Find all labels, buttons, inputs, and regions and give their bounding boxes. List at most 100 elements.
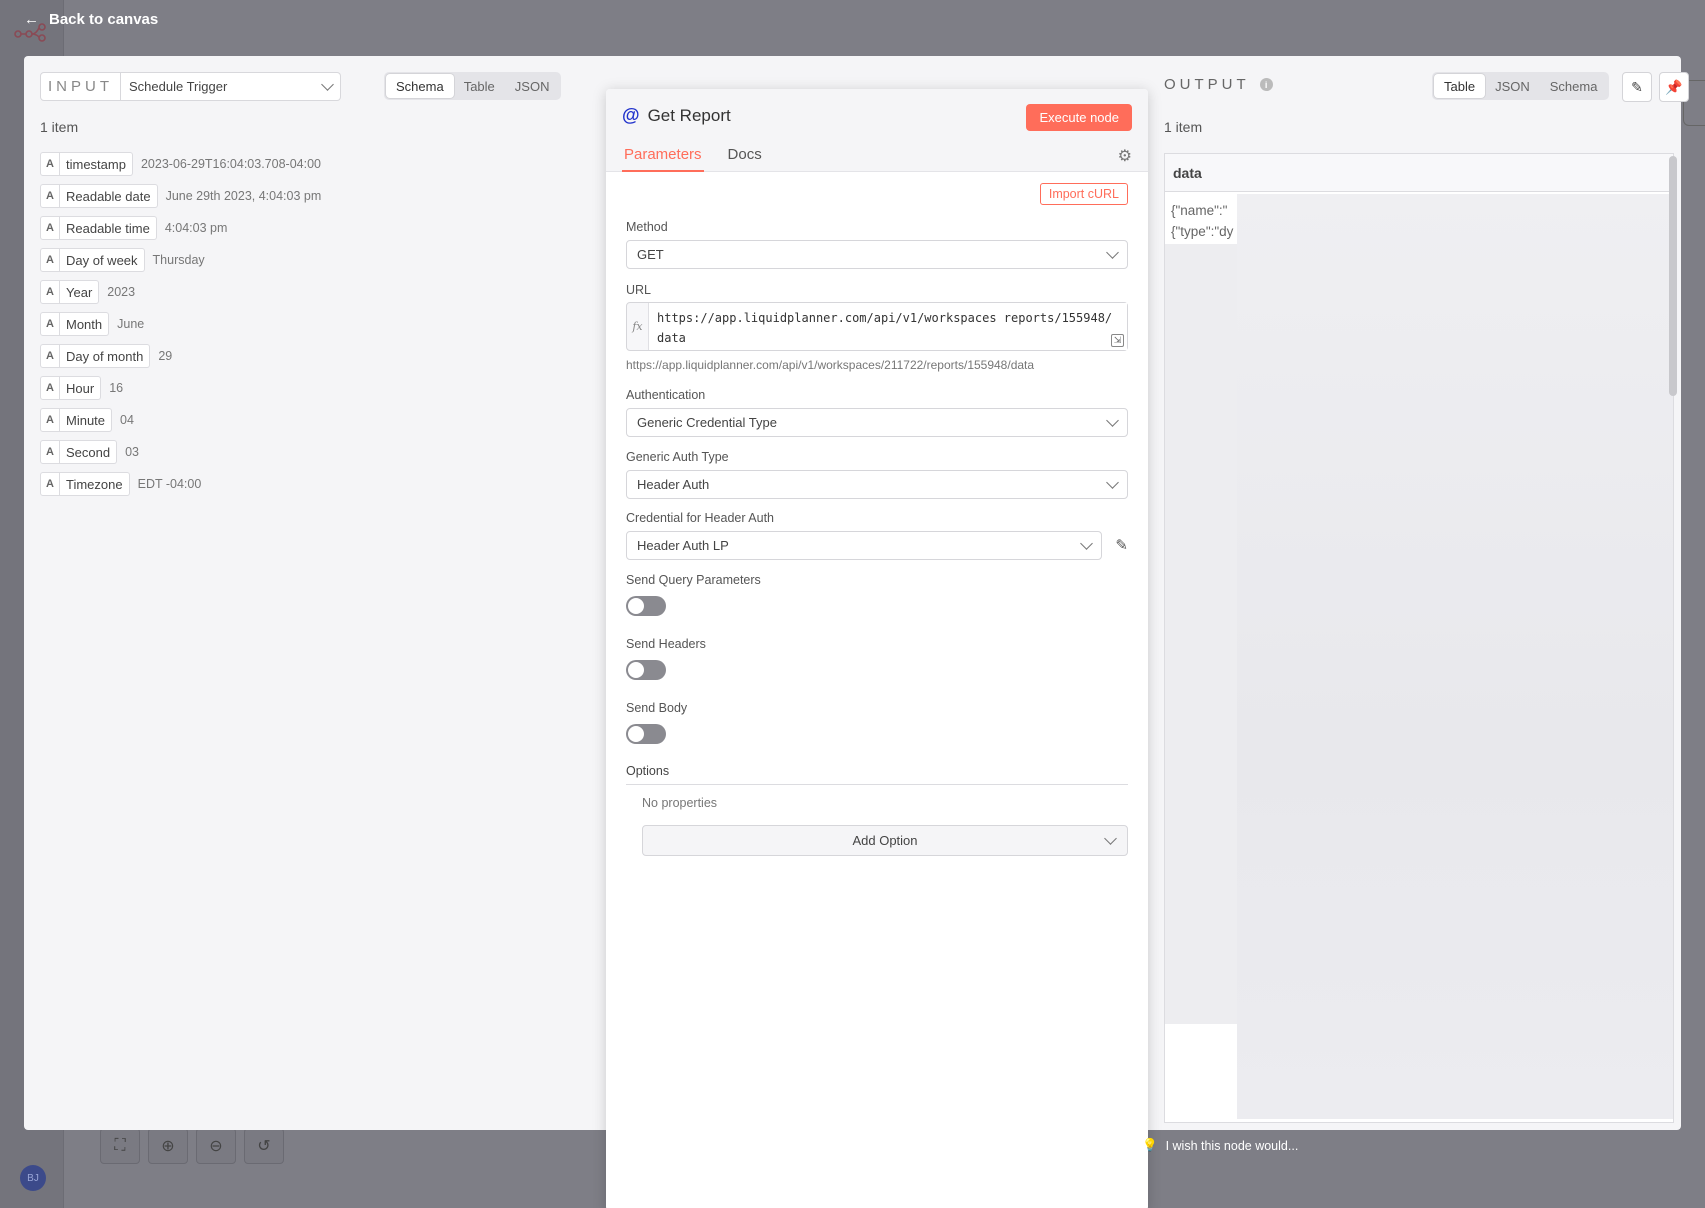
url-input[interactable]: fx https://app.liquidplanner.com/api/v1/…	[626, 302, 1128, 351]
zoom-out-icon[interactable]: ⊖	[196, 1128, 236, 1164]
string-type-icon: A	[40, 248, 60, 272]
fit-view-icon[interactable]: ⛶	[100, 1128, 140, 1164]
output-panel: OUTPUT i Table JSON Schema ✎ 📌 1 item da…	[1148, 56, 1689, 1130]
output-view-toggle: Table JSON Schema	[1432, 72, 1610, 100]
send-body-toggle[interactable]	[626, 724, 666, 744]
node-title: @ Get Report	[622, 105, 731, 126]
input-tab-json[interactable]: JSON	[505, 74, 560, 98]
output-label: OUTPUT	[1164, 76, 1250, 93]
output-tab-json[interactable]: JSON	[1485, 74, 1540, 98]
url-resolved-preview: https://app.liquidplanner.com/api/v1/wor…	[626, 358, 1035, 372]
schema-row[interactable]: A Readable date June 29th 2023, 4:04:03 pm	[40, 184, 321, 208]
chevron-down-icon	[1106, 414, 1119, 427]
input-schema-list: Atimestamp 2023-06-29T16:04:03.708-04:00 A…	[40, 152, 321, 504]
gear-icon[interactable]: ⚙	[1118, 146, 1132, 166]
edit-credential-icon[interactable]: ✎	[1115, 536, 1128, 554]
credential-label: Credential for Header Auth	[626, 511, 775, 525]
string-type-icon: A	[40, 216, 60, 240]
string-type-icon: A	[40, 152, 60, 176]
output-scrollbar[interactable]	[1669, 156, 1677, 396]
string-type-icon: A	[40, 312, 60, 336]
method-value: GET	[637, 247, 664, 262]
schema-row[interactable]: A Timezone EDT -04:00	[40, 472, 321, 496]
http-request-icon: @	[622, 105, 640, 125]
node-header: @ Get Report Execute node Parameters Doc…	[606, 89, 1148, 172]
schema-field-value: June	[117, 317, 145, 331]
method-select[interactable]: GET	[626, 240, 1128, 269]
pin-data-button[interactable]: 📌	[1659, 72, 1689, 102]
schema-field-value: 03	[125, 445, 139, 459]
schema-row[interactable]: A Day of week Thursday	[40, 248, 321, 272]
tab-docs[interactable]: Docs	[728, 146, 762, 172]
feedback-text: I wish this node would...	[1165, 1138, 1299, 1153]
authentication-select[interactable]: Generic Credential Type	[626, 408, 1128, 437]
schema-field-key[interactable]: Day of week	[60, 248, 145, 272]
output-tab-schema[interactable]: Schema	[1540, 74, 1608, 98]
import-curl-button[interactable]: Import cURL	[1039, 183, 1128, 205]
generic-auth-type-value: Header Auth	[637, 477, 710, 492]
output-tab-table[interactable]: Table	[1434, 74, 1486, 98]
output-data-cell: {"name":" {"type":"dy	[1165, 192, 1237, 250]
schema-row[interactable]: A Day of month 29	[40, 344, 321, 368]
string-type-icon: A	[40, 280, 60, 304]
node-settings-panel: @ Get Report Execute node Parameters Doc…	[606, 89, 1148, 1208]
node-tabs: Parameters Docs	[622, 146, 762, 172]
string-type-icon: A	[40, 440, 60, 464]
send-query-label: Send Query Parameters	[626, 573, 761, 587]
zoom-in-icon[interactable]: ⊕	[148, 1128, 188, 1164]
schema-field-value: 04	[120, 413, 134, 427]
info-icon[interactable]: i	[1259, 78, 1273, 91]
tab-parameters[interactable]: Parameters	[622, 146, 704, 172]
avatar[interactable]: BJ	[20, 1165, 46, 1191]
generic-auth-type-select[interactable]: Header Auth	[626, 470, 1128, 499]
output-item-count: 1 item	[1164, 119, 1203, 135]
input-header: INPUT Schedule Trigger	[40, 72, 341, 101]
authentication-label: Authentication	[626, 388, 706, 402]
edit-output-button[interactable]: ✎	[1622, 72, 1652, 102]
back-to-canvas-link[interactable]: ← Back to canvas	[24, 11, 158, 28]
input-tab-table[interactable]: Table	[454, 74, 505, 98]
schema-row[interactable]: A Readable time 4:04:03 pm	[40, 216, 321, 240]
options-heading: Options	[626, 764, 1128, 785]
reset-zoom-icon[interactable]: ↺	[244, 1128, 284, 1164]
schema-field-value: 29	[158, 349, 173, 363]
add-option-label: Add Option	[852, 833, 918, 848]
schema-row[interactable]: A Year 2023	[40, 280, 321, 304]
schema-row[interactable]: A Second 03	[40, 440, 321, 464]
send-headers-toggle[interactable]	[626, 660, 666, 680]
schema-field-key[interactable]: Month	[60, 312, 110, 336]
schema-field-key[interactable]: Minute	[60, 408, 113, 432]
input-source-select[interactable]: Schedule Trigger	[121, 72, 341, 101]
schema-field-key[interactable]: Readable time	[60, 216, 157, 240]
expand-icon[interactable]: ⇲	[1111, 334, 1124, 347]
credential-value: Header Auth LP	[637, 538, 729, 553]
expression-icon: fx	[627, 303, 649, 350]
schema-field-key[interactable]: Year	[60, 280, 100, 304]
send-query-toggle[interactable]	[626, 596, 666, 616]
input-view-toggle: Schema Table JSON	[384, 72, 562, 100]
url-label: URL	[626, 283, 652, 297]
input-tab-schema[interactable]: Schema	[386, 74, 454, 98]
generic-auth-type-label: Generic Auth Type	[626, 450, 729, 464]
schema-row[interactable]: A Month June	[40, 312, 321, 336]
schema-row[interactable]: A Hour 16	[40, 376, 321, 400]
execute-node-button[interactable]: Execute node	[1026, 104, 1132, 131]
feedback-link[interactable]: 💡 I wish this node would...	[1142, 1138, 1298, 1153]
schema-field-key[interactable]: timestamp	[60, 152, 133, 176]
output-table: data {"name":" {"type":"dy	[1164, 153, 1674, 1123]
node-title-text[interactable]: Get Report	[648, 106, 731, 126]
schema-field-key[interactable]: Day of month	[60, 344, 151, 368]
schema-row[interactable]: Atimestamp 2023-06-29T16:04:03.708-04:00	[40, 152, 321, 176]
schema-field-key[interactable]: Timezone	[60, 472, 130, 496]
redacted-area	[1165, 244, 1237, 1024]
schema-field-key[interactable]: Readable date	[60, 184, 158, 208]
schema-field-value: 16	[109, 381, 124, 395]
schema-field-key[interactable]: Second	[60, 440, 118, 464]
send-headers-label: Send Headers	[626, 637, 706, 651]
credential-select[interactable]: Header Auth LP	[626, 531, 1102, 560]
schema-row[interactable]: A Minute 04	[40, 408, 321, 432]
pin-icon: 📌	[1665, 78, 1683, 95]
schema-field-key[interactable]: Hour	[60, 376, 102, 400]
canvas-controls: ⛶ ⊕ ⊖ ↺	[100, 1128, 284, 1164]
add-option-button[interactable]: Add Option	[642, 825, 1128, 856]
